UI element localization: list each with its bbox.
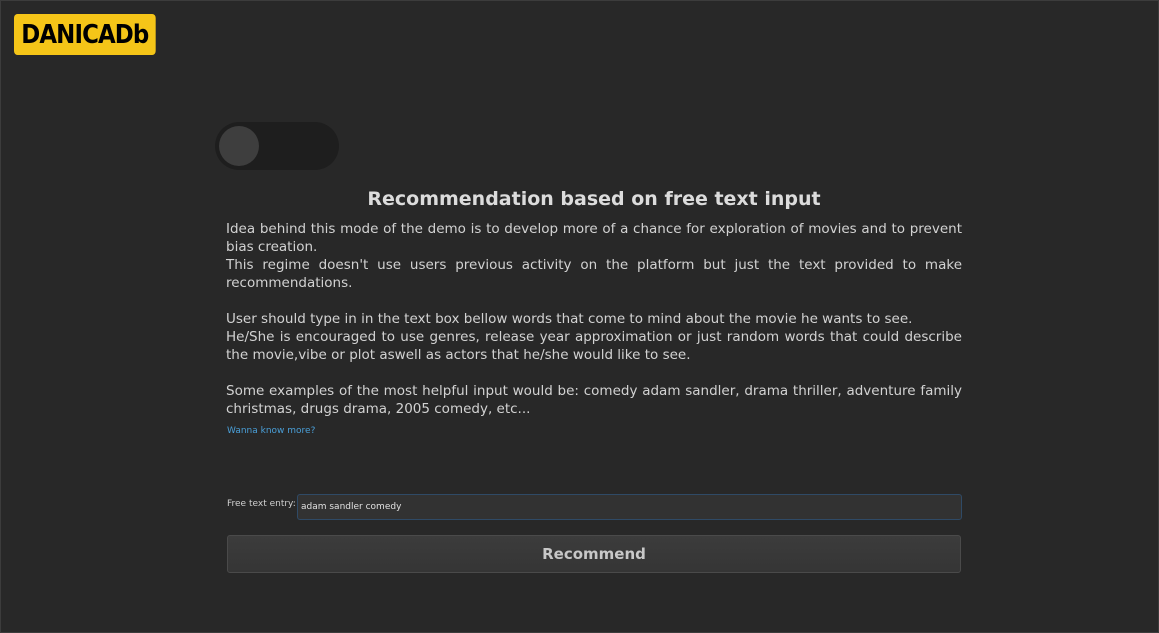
description-paragraph: Some examples of the most helpful input … xyxy=(226,383,962,417)
free-text-entry-label: Free text entry: xyxy=(227,499,296,509)
description-paragraph: This regime doesn't use users previous a… xyxy=(226,257,962,291)
description-paragraph: Idea behind this mode of the demo is to … xyxy=(226,221,962,255)
wanna-know-more-link[interactable]: Wanna know more? xyxy=(227,426,315,436)
main-window: DANICADb Recommendation based on free te… xyxy=(0,0,1159,633)
description-paragraph: User should type in in the text box bell… xyxy=(226,311,913,327)
description-paragraph: He/She is encouraged to use genres, rele… xyxy=(226,329,962,363)
recommend-button[interactable]: Recommend xyxy=(227,535,961,573)
page-title: Recommendation based on free text input xyxy=(367,188,821,210)
mode-toggle-switch[interactable] xyxy=(215,122,339,170)
mode-description: Idea behind this mode of the demo is to … xyxy=(226,220,962,418)
free-text-entry-input[interactable] xyxy=(297,494,962,520)
toggle-knob[interactable] xyxy=(219,126,259,166)
app-logo: DANICADb xyxy=(14,14,156,55)
